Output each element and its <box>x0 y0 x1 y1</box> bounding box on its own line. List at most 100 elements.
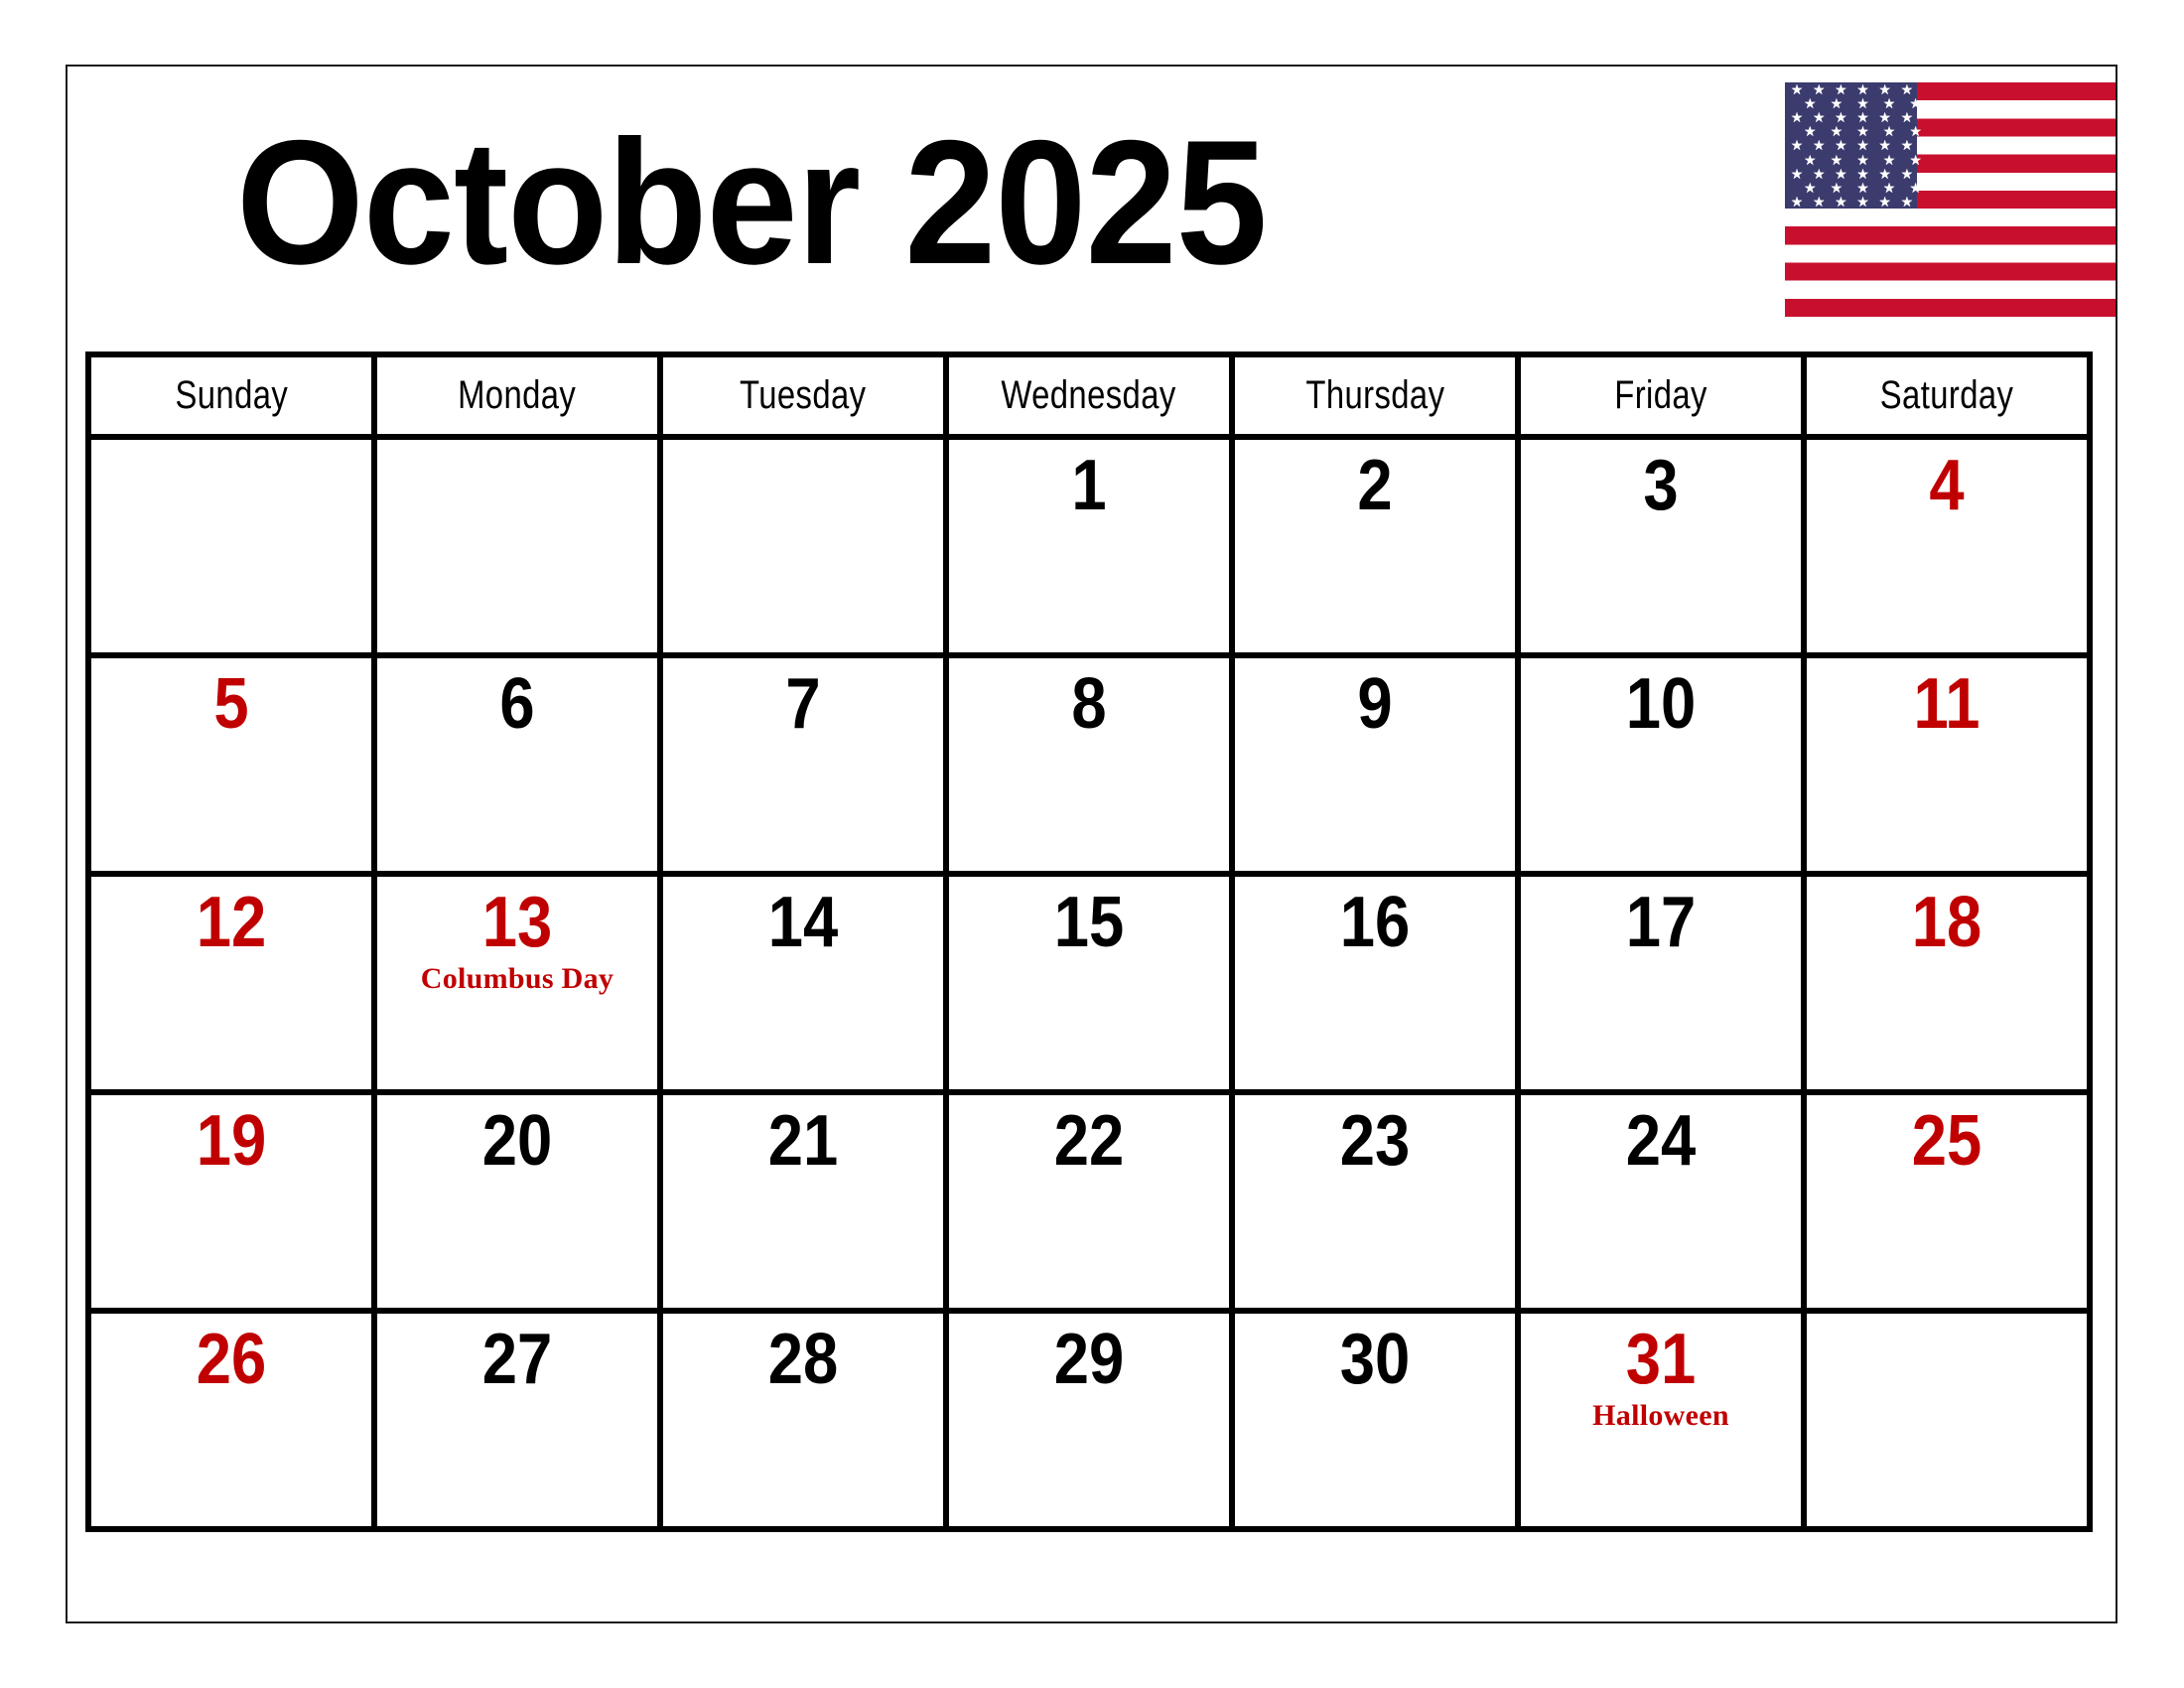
day-cell[interactable]: 6 <box>371 652 663 877</box>
holiday-label: Columbus Day <box>420 962 614 995</box>
weekday-header-friday: Friday <box>1515 352 1807 440</box>
page-title: October 2025 <box>236 103 1268 301</box>
day-number: 6 <box>499 664 535 744</box>
flag-star-icon: ★ <box>1878 82 1891 98</box>
flag-star-icon: ★ <box>1856 137 1869 154</box>
flag-star-icon: ★ <box>1812 109 1826 126</box>
weekday-header-wednesday: Wednesday <box>943 352 1235 440</box>
calendar-week-row: 1 2 3 4 <box>85 434 2093 658</box>
day-cell-empty <box>85 434 377 658</box>
flag-star-icon: ★ <box>1909 95 1922 112</box>
day-number: 11 <box>1913 664 1980 744</box>
flag-star-icon: ★ <box>1812 193 1826 210</box>
flag-star-row: ★ ★ ★ ★ ★ ★ <box>1785 167 1919 181</box>
day-cell[interactable]: 31 Halloween <box>1515 1308 1807 1532</box>
day-number: 18 <box>1911 883 1982 962</box>
flag-star-row: ★ ★ ★ ★ ★ <box>1785 181 1941 195</box>
flag-star-icon: ★ <box>1835 137 1847 154</box>
weekday-label: Saturday <box>1879 373 2014 417</box>
calendar-header: October 2025 ★ ★ ★ ★ ★ ★ ★ ★ ★ ★ ★ ★ ★ ★ ★ ★ ★ ★ ★ ★ ★ ★ ★ ★ ★ ★ ★… <box>68 67 2116 353</box>
day-cell[interactable]: 20 <box>371 1089 663 1314</box>
day-cell[interactable]: 23 <box>1229 1089 1521 1314</box>
day-cell[interactable]: 24 <box>1515 1089 1807 1314</box>
day-cell[interactable]: 26 <box>85 1308 377 1532</box>
day-number: 31 <box>1625 1320 1697 1399</box>
day-cell[interactable]: 17 <box>1515 871 1807 1095</box>
day-cell[interactable]: 21 <box>657 1089 949 1314</box>
flag-star-icon: ★ <box>1900 109 1914 126</box>
flag-star-icon: ★ <box>1812 137 1826 154</box>
day-number: 17 <box>1625 883 1697 962</box>
day-cell[interactable]: 7 <box>657 652 949 877</box>
day-number: 5 <box>213 664 249 744</box>
calendar-week-row: 12 13 Columbus Day 14 15 16 17 18 <box>85 871 2093 1095</box>
calendar-grid: Sunday Monday Tuesday Wednesday Thursday… <box>85 352 2093 1532</box>
flag-star-icon: ★ <box>1882 151 1896 168</box>
day-cell[interactable]: 15 <box>943 871 1235 1095</box>
flag-star-row: ★ ★ ★ ★ ★ <box>1785 153 1941 167</box>
flag-star-row: ★ ★ ★ ★ ★ ★ <box>1785 195 1919 209</box>
day-number: 1 <box>1071 446 1107 525</box>
flag-star-icon: ★ <box>1878 109 1891 126</box>
weekday-label: Monday <box>458 373 577 417</box>
day-cell[interactable]: 18 <box>1801 871 2093 1095</box>
flag-star-icon: ★ <box>1830 179 1843 196</box>
day-number: 14 <box>767 883 839 962</box>
day-number: 13 <box>481 883 553 962</box>
day-number: 30 <box>1339 1320 1411 1399</box>
day-cell[interactable]: 8 <box>943 652 1235 877</box>
day-cell[interactable]: 12 <box>85 871 377 1095</box>
flag-star-icon: ★ <box>1835 82 1847 98</box>
weekday-label: Tuesday <box>740 373 867 417</box>
day-cell[interactable]: 1 <box>943 434 1235 658</box>
day-number: 24 <box>1625 1101 1697 1181</box>
day-cell[interactable]: 25 <box>1801 1089 2093 1314</box>
day-cell[interactable]: 11 <box>1801 652 2093 877</box>
day-cell[interactable]: 30 <box>1229 1308 1521 1532</box>
calendar-page: October 2025 ★ ★ ★ ★ ★ ★ ★ ★ ★ ★ ★ ★ ★ ★ ★ ★ ★ ★ ★ ★ ★ ★ ★ ★ ★ ★ ★… <box>66 65 2117 1623</box>
day-cell[interactable]: 9 <box>1229 652 1521 877</box>
flag-star-icon: ★ <box>1882 179 1896 196</box>
flag-star-icon: ★ <box>1830 151 1843 168</box>
flag-star-icon: ★ <box>1856 193 1869 210</box>
flag-star-icon: ★ <box>1856 165 1869 182</box>
flag-canton: ★ ★ ★ ★ ★ ★ ★ ★ ★ ★ ★ ★ ★ ★ ★ ★ ★ ★ ★ ★ ★ ★ ★ ★ ★ ★ ★ ★ ★ ★ ★ ★ ★ ★ ★ ★ ★ ★ ★ ★… <box>1785 82 1922 209</box>
day-cell[interactable]: 19 <box>85 1089 377 1314</box>
weekday-header-saturday: Saturday <box>1801 352 2093 440</box>
day-number: 22 <box>1053 1101 1125 1181</box>
calendar-body: 1 2 3 4 5 6 7 8 9 10 11 12 13 Columbus Day 14 15 16 17 18 1… <box>85 434 2093 1532</box>
day-cell[interactable]: 3 <box>1515 434 1807 658</box>
flag-star-icon: ★ <box>1804 151 1817 168</box>
flag-star-icon: ★ <box>1900 82 1914 98</box>
day-cell[interactable]: 28 <box>657 1308 949 1532</box>
flag-star-icon: ★ <box>1790 193 1804 210</box>
flag-star-icon: ★ <box>1900 137 1914 154</box>
flag-star-icon: ★ <box>1909 151 1922 168</box>
day-number: 9 <box>1357 664 1393 744</box>
flag-star-row: ★ ★ ★ ★ ★ ★ <box>1785 138 1919 152</box>
day-cell[interactable]: 10 <box>1515 652 1807 877</box>
flag-star-icon: ★ <box>1812 82 1826 98</box>
day-cell[interactable]: 16 <box>1229 871 1521 1095</box>
day-number: 21 <box>767 1101 839 1181</box>
flag-star-icon: ★ <box>1856 109 1869 126</box>
day-number: 10 <box>1625 664 1697 744</box>
flag-star-row: ★ ★ ★ ★ ★ <box>1785 124 1941 138</box>
weekday-label: Friday <box>1614 373 1707 417</box>
day-cell[interactable]: 13 Columbus Day <box>371 871 663 1095</box>
weekday-header-tuesday: Tuesday <box>657 352 949 440</box>
day-cell[interactable]: 4 <box>1801 434 2093 658</box>
united-states-flag-icon: ★ ★ ★ ★ ★ ★ ★ ★ ★ ★ ★ ★ ★ ★ ★ ★ ★ ★ ★ ★ ★ ★ ★ ★ ★ ★ ★ ★ ★ ★ ★ ★ ★ ★ ★ ★ ★ ★ ★ ★… <box>1785 82 2116 317</box>
flag-star-icon: ★ <box>1835 109 1847 126</box>
flag-star-icon: ★ <box>1900 165 1914 182</box>
day-cell[interactable]: 14 <box>657 871 949 1095</box>
day-cell[interactable]: 27 <box>371 1308 663 1532</box>
day-cell[interactable]: 29 <box>943 1308 1235 1532</box>
weekday-label: Thursday <box>1304 373 1445 417</box>
flag-star-icon: ★ <box>1790 109 1804 126</box>
flag-star-icon: ★ <box>1835 165 1847 182</box>
day-cell[interactable]: 2 <box>1229 434 1521 658</box>
day-number: 29 <box>1053 1320 1125 1399</box>
day-cell[interactable]: 22 <box>943 1089 1235 1314</box>
day-cell[interactable]: 5 <box>85 652 377 877</box>
